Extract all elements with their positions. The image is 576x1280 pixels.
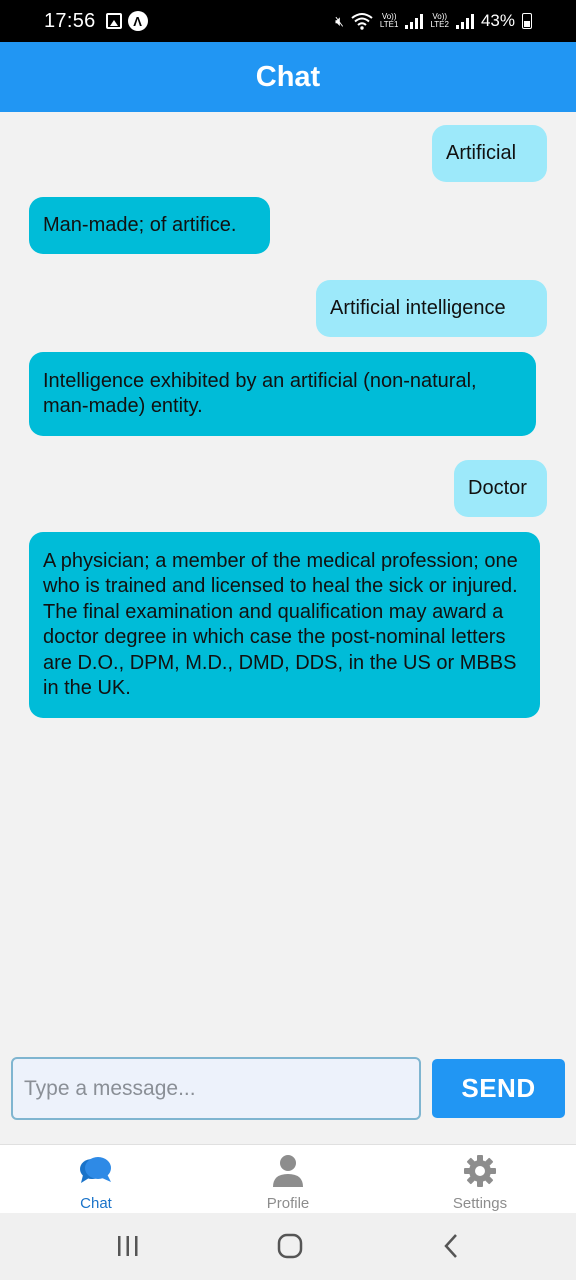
tab-settings[interactable]: Settings <box>384 1145 576 1213</box>
message-text: Artificial <box>446 141 517 164</box>
tab-chat[interactable]: Chat <box>0 1145 192 1213</box>
battery-percentage: 43% <box>480 11 515 30</box>
sim1-label: Vo)) LTE1 <box>379 12 399 29</box>
home-icon <box>277 1233 303 1259</box>
bottom-tab-bar: Chat Profile Settings <box>0 1144 576 1213</box>
message-text: Man-made; of artifice. <box>43 213 237 236</box>
message-text: A physician; a member of the medical pro… <box>43 549 518 700</box>
message-text: Artificial intelligence <box>330 296 506 319</box>
sim2-label: Vo)) LTE2 <box>430 12 449 29</box>
message-list[interactable]: Artificial Man-made; of artifice. Artifi… <box>0 112 576 1042</box>
user-message-bubble: Artificial <box>432 125 547 182</box>
user-message-bubble: Artificial intelligence <box>316 280 547 337</box>
person-icon <box>273 1155 303 1187</box>
bot-message-bubble: A physician; a member of the medical pro… <box>29 532 540 718</box>
tab-profile[interactable]: Profile <box>192 1145 384 1213</box>
back-button[interactable] <box>431 1230 471 1262</box>
bot-message-bubble: Man-made; of artifice. <box>29 197 270 254</box>
user-message-bubble: Doctor <box>454 460 547 517</box>
message-input[interactable] <box>11 1057 421 1120</box>
battery-icon <box>522 13 532 29</box>
chat-bubbles-icon <box>80 1157 111 1183</box>
app-notification-icon: Λ <box>127 11 148 31</box>
recent-apps-button[interactable] <box>108 1230 148 1262</box>
tab-label: Settings <box>452 1195 508 1212</box>
gallery-notification-icon <box>105 13 122 29</box>
system-nav-bar <box>0 1213 576 1280</box>
tab-label: Chat <box>80 1195 112 1212</box>
wifi-icon <box>351 13 373 30</box>
home-button[interactable] <box>270 1230 310 1262</box>
gear-icon <box>464 1155 496 1187</box>
message-text: Intelligence exhibited by an artificial … <box>43 369 477 418</box>
back-icon <box>444 1234 457 1258</box>
sim1-signal-icon <box>405 13 424 29</box>
mute-icon: 🔇︎ <box>335 12 344 29</box>
page-title: Chat <box>255 60 321 93</box>
send-button[interactable]: SEND <box>432 1059 565 1118</box>
sim2-signal-icon <box>455 13 474 29</box>
status-bar: 17:56 Λ 🔇︎ Vo)) LTE1 Vo)) LTE2 43% <box>0 0 576 42</box>
bot-message-bubble: Intelligence exhibited by an artificial … <box>29 352 536 436</box>
recent-apps-icon <box>118 1236 138 1256</box>
message-text: Doctor <box>468 476 527 499</box>
app-header: Chat <box>0 42 576 112</box>
tab-label: Profile <box>266 1195 310 1212</box>
status-time: 17:56 <box>44 9 96 32</box>
